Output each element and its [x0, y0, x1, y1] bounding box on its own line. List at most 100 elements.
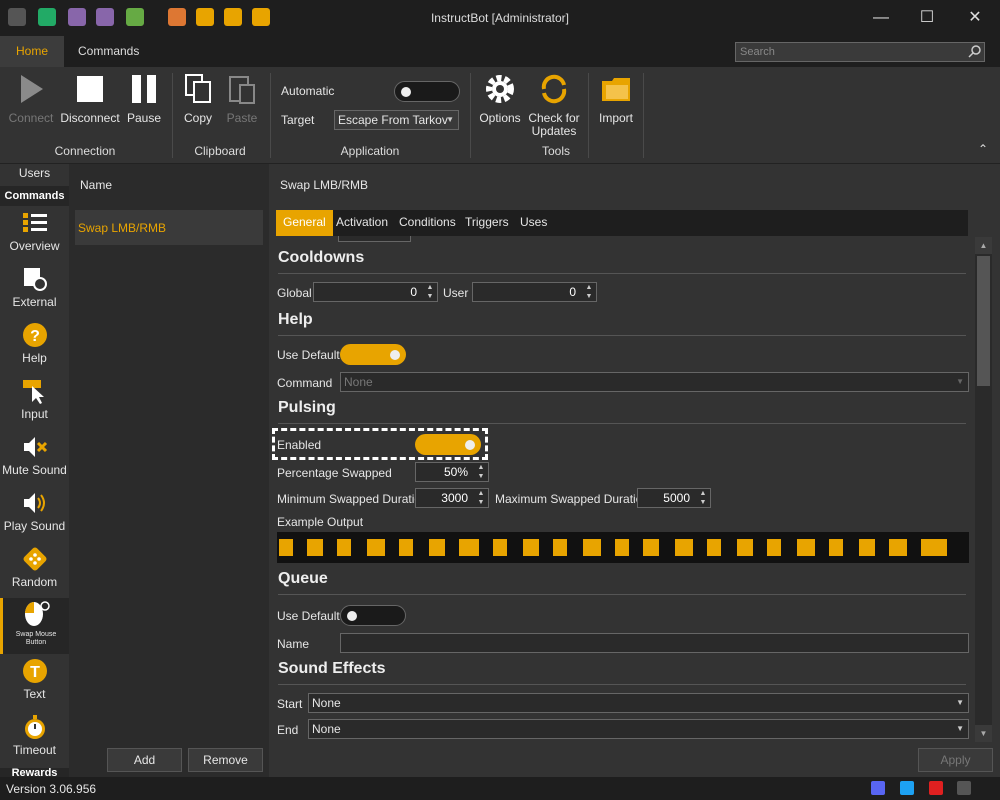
chevron-down-icon: ▼: [956, 377, 964, 386]
pause-icon: [132, 75, 156, 103]
start-sound-select[interactable]: None ▼: [308, 693, 969, 713]
tab-general[interactable]: General: [276, 210, 333, 236]
target-select[interactable]: Escape From Tarkov ▼: [334, 110, 459, 130]
divider: [278, 594, 966, 595]
min-duration-input[interactable]: 3000 ▲ ▼: [415, 488, 489, 508]
pulse-segment: [279, 539, 293, 556]
mute-icon: [23, 437, 47, 457]
pulsing-enabled-toggle[interactable]: [415, 434, 481, 455]
spinner-icon[interactable]: ▲ ▼: [584, 283, 594, 301]
close-icon[interactable]: ✕: [960, 6, 990, 30]
example-output-pulse-bar: [277, 532, 969, 563]
pulse-segment: [707, 539, 721, 556]
nav-item-swap-mouse-button[interactable]: Swap Mouse Button: [0, 598, 69, 654]
pulse-segment: [583, 539, 601, 556]
automatic-toggle[interactable]: [394, 81, 460, 102]
maximize-icon[interactable]: ☐: [912, 6, 942, 30]
collapse-ribbon-icon[interactable]: ⌃: [978, 142, 988, 156]
scrollbar[interactable]: ▲ ▼: [975, 237, 992, 742]
tab-conditions[interactable]: Conditions: [392, 210, 463, 236]
nav-users[interactable]: Users: [0, 166, 69, 180]
section-help: Help: [278, 311, 313, 328]
list-icon: [22, 213, 47, 232]
target-label: Target: [281, 113, 315, 127]
page-title: Swap LMB/RMB: [280, 178, 369, 192]
left-nav: Users Commands Overview External ? Help …: [0, 164, 69, 777]
spinner-icon[interactable]: ▲ ▼: [698, 489, 708, 507]
queue-use-default-toggle[interactable]: [340, 605, 406, 626]
help-use-default-label: Use Default: [277, 348, 340, 362]
spinner-icon[interactable]: ▲ ▼: [476, 489, 486, 507]
youtube-icon[interactable]: [929, 781, 943, 795]
section-pulsing: Pulsing: [278, 399, 336, 416]
spinner-icon[interactable]: ▲ ▼: [476, 463, 486, 481]
import-button[interactable]: Import: [596, 73, 636, 125]
chevron-down-icon: ▼: [956, 724, 964, 733]
section-cooldowns: Cooldowns: [278, 249, 365, 266]
nav-item-overview[interactable]: Overview: [0, 210, 69, 253]
pause-button[interactable]: Pause: [124, 73, 164, 125]
nav-item-external[interactable]: External: [0, 266, 69, 309]
discord-icon[interactable]: [871, 781, 885, 795]
pulse-segment: [737, 539, 753, 556]
search-input[interactable]: [735, 42, 985, 62]
app-logo-icon[interactable]: [957, 781, 971, 795]
nav-item-mute-sound[interactable]: Mute Sound: [0, 434, 69, 477]
add-button[interactable]: Add: [107, 748, 182, 772]
end-sound-select[interactable]: None ▼: [308, 719, 969, 739]
max-duration-label: Maximum Swapped Duration: [495, 492, 650, 506]
scroll-thumb[interactable]: [977, 256, 990, 386]
pulse-segment: [675, 539, 693, 556]
copy-button[interactable]: Copy: [180, 73, 216, 125]
check-updates-button[interactable]: Check for Updates: [526, 73, 582, 138]
pulse-segment: [307, 539, 323, 556]
queue-name-input[interactable]: [340, 633, 969, 653]
nav-item-help[interactable]: ? Help: [0, 322, 69, 365]
nav-item-random[interactable]: Random: [0, 546, 69, 589]
group-label-connection: Connection: [54, 144, 116, 158]
percentage-label: Percentage Swapped: [277, 466, 392, 480]
nav-item-play-sound[interactable]: Play Sound: [0, 490, 69, 533]
disconnect-button[interactable]: Disconnect: [60, 73, 120, 125]
nav-item-text[interactable]: T Text: [0, 658, 69, 701]
tab-activation[interactable]: Activation: [329, 210, 395, 236]
tab-commands[interactable]: Commands: [62, 36, 155, 67]
ribbon-separator: [588, 73, 589, 158]
options-button[interactable]: Options: [478, 73, 522, 125]
nav-item-timeout[interactable]: Timeout: [0, 714, 69, 757]
spinner-icon[interactable]: ▲ ▼: [425, 283, 435, 301]
mouse-icon: [25, 601, 50, 626]
list-header: Name: [80, 178, 113, 192]
minimize-icon[interactable]: —: [866, 6, 896, 30]
help-use-default-toggle[interactable]: [340, 344, 406, 365]
tab-triggers[interactable]: Triggers: [458, 210, 516, 236]
global-cooldown-input[interactable]: 0 ▲ ▼: [313, 282, 438, 302]
global-label: Global: [277, 286, 312, 300]
scroll-down-icon[interactable]: ▼: [975, 725, 992, 742]
pulse-segment: [921, 539, 947, 556]
apply-button[interactable]: Apply: [918, 748, 993, 772]
percentage-input[interactable]: 50% ▲ ▼: [415, 462, 489, 482]
search-icon[interactable]: [968, 44, 982, 58]
connect-button[interactable]: Connect: [8, 73, 54, 125]
section-queue: Queue: [278, 570, 328, 587]
paste-button[interactable]: Paste: [222, 73, 262, 125]
window-title: InstructBot [Administrator]: [430, 11, 570, 25]
pulse-segment: [889, 539, 907, 556]
max-duration-input[interactable]: 5000 ▲ ▼: [637, 488, 711, 508]
twitter-icon[interactable]: [900, 781, 914, 795]
remove-button[interactable]: Remove: [188, 748, 263, 772]
group-label-tools: Tools: [541, 144, 570, 158]
user-label: User: [443, 286, 469, 300]
user-cooldown-input[interactable]: 0 ▲ ▼: [472, 282, 597, 302]
command-select[interactable]: None ▼: [340, 372, 969, 392]
stop-icon: [77, 76, 103, 102]
tab-uses[interactable]: Uses: [513, 210, 554, 236]
pulse-segment: [523, 539, 539, 556]
scroll-up-icon[interactable]: ▲: [975, 237, 992, 254]
nav-item-input[interactable]: Input: [0, 378, 69, 421]
status-bar: Version 3.06.956: [0, 777, 1000, 800]
list-item[interactable]: Swap LMB/RMB: [75, 210, 263, 245]
tab-home[interactable]: Home: [0, 36, 65, 67]
partial-field: [338, 236, 411, 242]
